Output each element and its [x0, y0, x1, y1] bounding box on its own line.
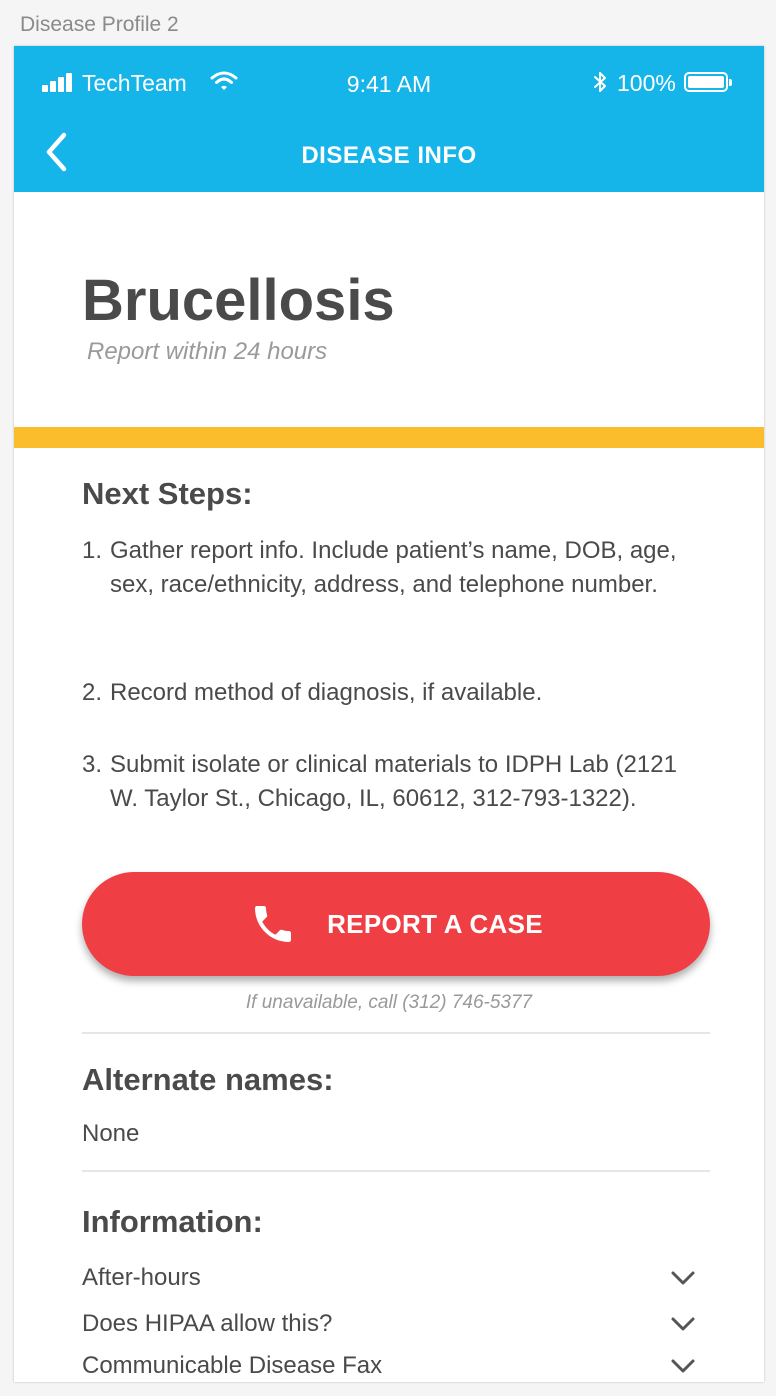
fallback-phone-note: If unavailable, call (312) 746-5377	[245, 992, 533, 1013]
info-item-label: After-hours	[82, 1264, 201, 1291]
disease-name: Brucellosis	[82, 268, 395, 333]
information-heading: Information:	[82, 1204, 263, 1239]
report-window: Report within 24 hours	[87, 338, 328, 365]
info-item-label: Does HIPAA allow this?	[82, 1310, 333, 1337]
alternate-names-heading: Alternate names:	[82, 1062, 334, 1097]
step-number: 1.	[82, 537, 103, 564]
step-text: Submit isolate or clinical materials to …	[110, 751, 677, 812]
chevron-down-icon	[670, 1270, 696, 1286]
disease-header: Brucellosis Report within 24 hours	[14, 192, 764, 427]
step-number: 3.	[82, 751, 103, 778]
battery-percentage: 100%	[617, 70, 676, 96]
info-item-label: Communicable Disease Fax	[82, 1352, 383, 1379]
bluetooth-icon	[592, 70, 608, 99]
accent-divider	[14, 427, 764, 448]
step-item: 2. Record method of diagnosis, if availa…	[82, 676, 682, 710]
phone-screen: TechTeam 9:41 AM 100% DISEASE INFO Bruce…	[14, 46, 764, 1382]
phone-icon	[249, 900, 297, 948]
report-case-label: REPORT A CASE	[327, 908, 543, 939]
info-item-hipaa[interactable]: Does HIPAA allow this?	[82, 1304, 710, 1344]
report-case-button[interactable]: REPORT A CASE	[82, 872, 710, 976]
next-steps-heading: Next Steps:	[82, 476, 253, 511]
step-item: 3. Submit isolate or clinical materials …	[82, 748, 682, 816]
battery-icon	[684, 72, 732, 92]
chevron-down-icon	[670, 1358, 696, 1374]
info-item-cd-fax[interactable]: Communicable Disease Fax	[82, 1346, 710, 1382]
step-number: 2.	[82, 679, 103, 706]
artboard-label: Disease Profile 2	[20, 13, 179, 36]
info-item-after-hours[interactable]: After-hours	[82, 1258, 710, 1298]
divider	[82, 1170, 710, 1172]
nav-title: DISEASE INFO	[301, 142, 477, 169]
alternate-names-value: None	[82, 1120, 140, 1147]
step-item: 1. Gather report info. Include patient’s…	[82, 534, 682, 602]
step-text: Record method of diagnosis, if available…	[110, 679, 543, 706]
divider	[82, 1032, 710, 1034]
nav-bar: DISEASE INFO	[14, 116, 764, 192]
step-text: Gather report info. Include patient’s na…	[110, 537, 677, 598]
status-bar: TechTeam 9:41 AM 100%	[14, 46, 764, 116]
chevron-down-icon	[670, 1316, 696, 1332]
